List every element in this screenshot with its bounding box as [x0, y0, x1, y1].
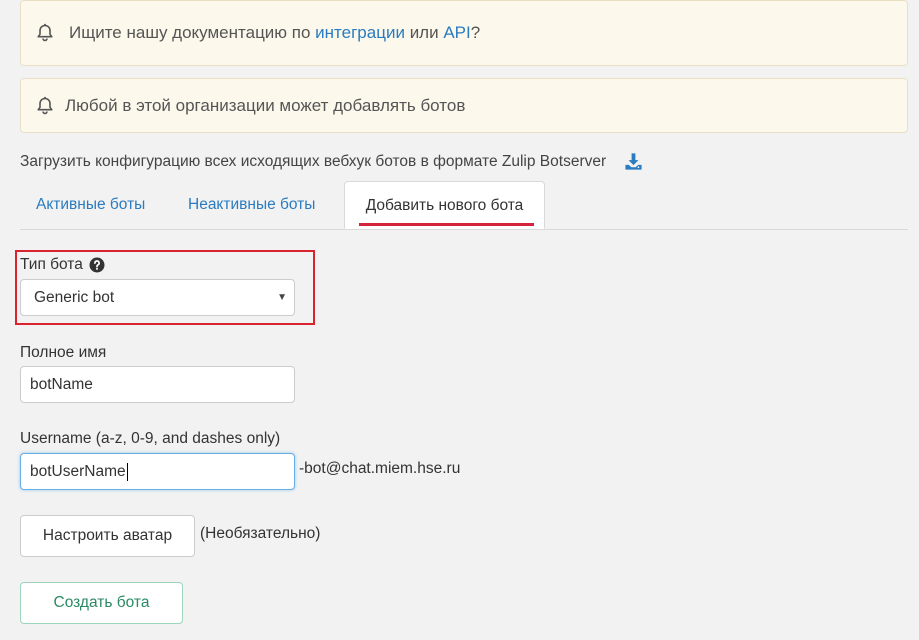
permission-notice: Любой в этой организации может добавлять…: [20, 78, 908, 133]
full-name-label: Полное имя: [20, 344, 107, 361]
tab-active-bots[interactable]: Активные боты: [36, 181, 145, 229]
customize-avatar-button[interactable]: Настроить аватар: [20, 515, 195, 557]
docs-notice-middle: или: [409, 23, 439, 42]
docs-notice: Ищите нашу документацию по интеграции ил…: [20, 0, 908, 66]
bot-type-label: Тип бота: [20, 256, 83, 273]
create-bot-button[interactable]: Создать бота: [20, 582, 183, 624]
avatar-optional-text: (Необязательно): [200, 525, 321, 542]
bot-type-label-row: Тип бота: [20, 256, 105, 274]
docs-notice-suffix: ?: [470, 23, 481, 42]
bell-icon: [37, 23, 53, 42]
tab-add-new-bot-label: Добавить нового бота: [365, 197, 524, 214]
api-link[interactable]: API: [443, 23, 470, 42]
docs-notice-prefix: Ищите нашу документацию по: [69, 23, 311, 42]
tab-inactive-bots[interactable]: Неактивные боты: [188, 181, 315, 229]
active-tab-underline: [359, 223, 534, 226]
bot-tabs: Активные боты Неактивные боты Добавить н…: [20, 181, 908, 230]
permission-notice-text: Любой в этой организации может добавлять…: [65, 95, 466, 115]
tab-add-new-bot[interactable]: Добавить нового бота: [344, 181, 545, 229]
download-icon[interactable]: [624, 152, 643, 171]
download-config-row: Загрузить конфигурацию всех исходящих ве…: [20, 152, 643, 171]
username-input[interactable]: botUserName: [20, 453, 295, 490]
username-suffix: -bot@chat.miem.hse.ru: [299, 460, 461, 477]
bot-type-select[interactable]: Generic bot ▼: [20, 279, 295, 316]
bell-icon: [37, 96, 53, 114]
text-caret: [126, 462, 128, 481]
username-value: botUserName: [30, 463, 126, 480]
username-label: Username (a-z, 0-9, and dashes only): [20, 430, 281, 447]
full-name-input[interactable]: botName: [20, 366, 295, 403]
bot-type-value: Generic bot: [34, 289, 115, 306]
docs-notice-text: Ищите нашу документацию по интеграции ил…: [69, 23, 480, 43]
question-circle-icon[interactable]: [89, 257, 105, 273]
download-config-label: Загрузить конфигурацию всех исходящих ве…: [20, 152, 607, 170]
chevron-down-icon: ▼: [277, 292, 287, 303]
integrations-link[interactable]: интеграции: [315, 23, 405, 42]
full-name-value: botName: [30, 376, 93, 393]
